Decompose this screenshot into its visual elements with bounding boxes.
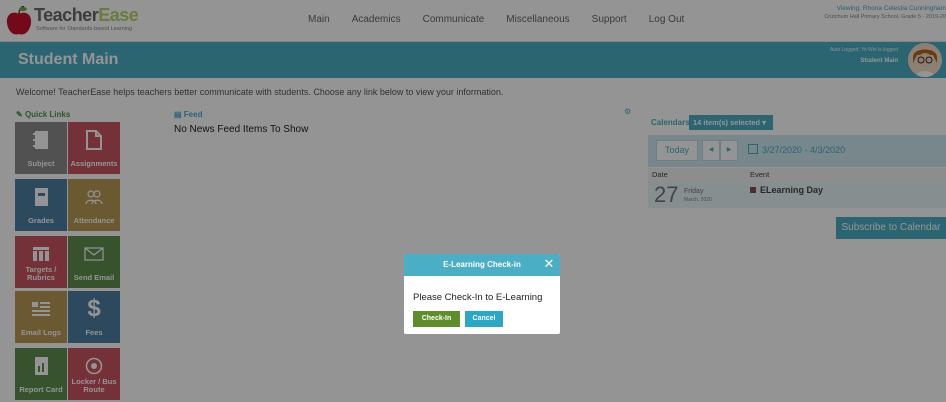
dialog-title: E-Learning Check-in <box>404 254 560 276</box>
check-in-button[interactable]: Check-In <box>413 311 460 327</box>
elearning-checkin-dialog: E-Learning Check-in ✕ Please Check-In to… <box>404 254 560 334</box>
close-icon[interactable]: ✕ <box>542 257 556 271</box>
dialog-message: Please Check-In to E-Learning <box>413 292 543 303</box>
cancel-button[interactable]: Cancel <box>465 311 503 327</box>
modal-overlay <box>0 0 946 402</box>
